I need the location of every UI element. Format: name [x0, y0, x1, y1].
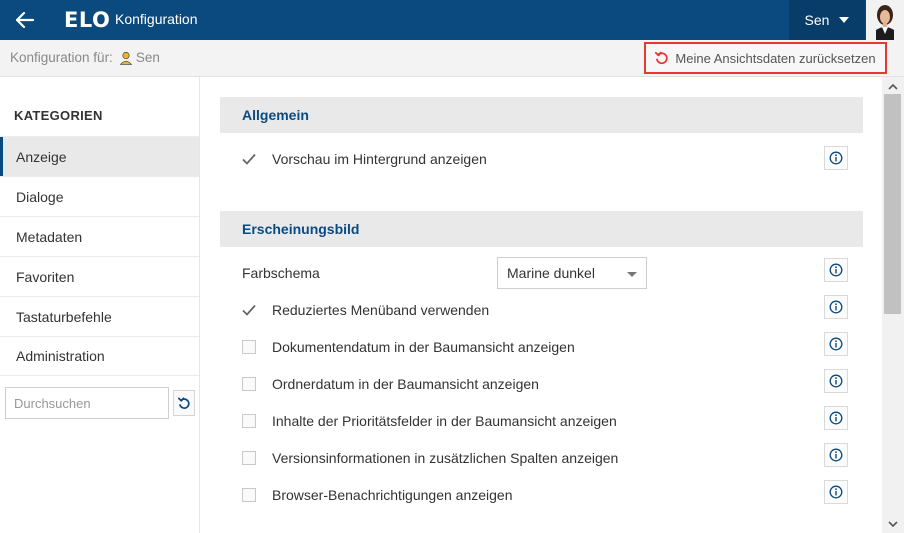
info-button-color-scheme[interactable]	[824, 258, 848, 282]
info-icon	[829, 411, 843, 425]
sidebar-item-favoriten[interactable]: Favoriten	[0, 256, 199, 296]
reset-view-data-button[interactable]: Meine Ansichtsdaten zurücksetzen	[644, 42, 887, 74]
color-scheme-select[interactable]: Marine dunkel	[497, 257, 647, 289]
arrow-left-icon	[16, 12, 34, 28]
config-for-user: Sen	[135, 50, 160, 65]
search-input[interactable]	[5, 387, 169, 419]
config-for: Konfiguration für: Sen	[10, 50, 160, 65]
option-row-priority-fields: Inhalte der Prioritätsfelder in der Baum…	[242, 409, 617, 433]
option-row-reduced-ribbon: Reduziertes Menüband verwenden	[242, 298, 489, 322]
elo-logo: ELO	[64, 8, 111, 32]
color-scheme-value: Marine dunkel	[507, 265, 595, 281]
reset-button-label: Meine Ansichtsdaten zurücksetzen	[675, 50, 876, 66]
checkmark-icon	[242, 304, 256, 316]
option-row-document-date: Dokumentendatum in der Baumansicht anzei…	[242, 335, 575, 359]
option-row-preview-background: Vorschau im Hintergrund anzeigen	[242, 147, 487, 171]
user-icon	[119, 51, 133, 65]
info-icon	[829, 151, 843, 165]
sidebar-item-anzeige[interactable]: Anzeige	[0, 136, 199, 176]
option-label: Versionsinformationen in zusätzlichen Sp…	[272, 450, 619, 466]
sidebar-item-metadaten[interactable]: Metadaten	[0, 216, 199, 256]
info-button-browser-notifications[interactable]	[824, 480, 848, 504]
sidebar-item-dialoge[interactable]: Dialoge	[0, 176, 199, 216]
scroll-thumb[interactable]	[884, 94, 901, 314]
color-scheme-row: Farbschema	[242, 261, 320, 285]
chevron-down-icon	[627, 272, 637, 277]
option-row-browser-notifications: Browser-Benachrichtigungen anzeigen	[242, 483, 512, 507]
sidebar-item-administration[interactable]: Administration	[0, 336, 199, 376]
content-scrollbar[interactable]	[882, 77, 904, 533]
info-button-reduced-ribbon[interactable]	[824, 295, 848, 319]
user-menu-button[interactable]: Sen	[789, 0, 865, 40]
section-general-header: Allgemein	[220, 97, 863, 133]
reset-icon	[655, 51, 669, 65]
info-button-priority-fields[interactable]	[824, 406, 848, 430]
checkbox-document-date[interactable]	[242, 340, 256, 354]
info-icon	[829, 300, 843, 314]
info-button-document-date[interactable]	[824, 332, 848, 356]
search-reset-button[interactable]	[173, 390, 195, 416]
scroll-up-button[interactable]	[882, 79, 904, 93]
info-button-preview-background[interactable]	[824, 146, 848, 170]
config-subbar: Konfiguration für: Sen Meine Ansichtsdat…	[0, 40, 904, 77]
option-row-folder-date: Ordnerdatum in der Baumansicht anzeigen	[242, 372, 539, 396]
settings-content: Allgemein Vorschau im Hintergrund anzeig…	[201, 77, 881, 533]
checkbox-folder-date[interactable]	[242, 377, 256, 391]
info-button-version-info[interactable]	[824, 443, 848, 467]
info-icon	[829, 374, 843, 388]
info-icon	[829, 337, 843, 351]
refresh-icon	[178, 396, 190, 409]
option-label: Vorschau im Hintergrund anzeigen	[272, 151, 487, 167]
category-list: Anzeige Dialoge Metadaten Favoriten Tast…	[0, 136, 199, 376]
info-button-folder-date[interactable]	[824, 369, 848, 393]
checkbox-browser-notifications[interactable]	[242, 488, 256, 502]
checkbox-priority-fields[interactable]	[242, 414, 256, 428]
chevron-up-icon	[888, 83, 898, 90]
checkmark-icon	[242, 153, 256, 165]
option-row-version-info: Versionsinformationen in zusätzlichen Sp…	[242, 446, 618, 470]
option-label: Inhalte der Prioritätsfelder in der Baum…	[272, 413, 617, 429]
color-scheme-label: Farbschema	[242, 265, 320, 281]
chevron-down-icon	[888, 520, 898, 527]
option-label: Ordnerdatum in der Baumansicht anzeigen	[272, 376, 539, 392]
checkbox-version-info[interactable]	[242, 451, 256, 465]
sidebar-item-tastaturbefehle[interactable]: Tastaturbefehle	[0, 296, 199, 336]
config-for-label: Konfiguration für:	[10, 50, 113, 65]
categories-heading: KATEGORIEN	[14, 108, 103, 123]
option-label: Browser-Benachrichtigungen anzeigen	[272, 487, 513, 503]
top-bar: ELO Konfiguration Sen	[0, 0, 904, 40]
page-title: Konfiguration	[115, 11, 198, 27]
info-icon	[829, 263, 843, 277]
checkbox-preview-background[interactable]	[242, 152, 256, 166]
back-button[interactable]	[0, 0, 50, 40]
user-name: Sen	[804, 12, 830, 28]
avatar[interactable]	[866, 0, 904, 40]
scroll-down-button[interactable]	[882, 517, 904, 531]
user-photo-icon	[866, 0, 904, 40]
option-label: Dokumentendatum in der Baumansicht anzei…	[272, 339, 575, 355]
info-icon	[829, 485, 843, 499]
checkbox-reduced-ribbon[interactable]	[242, 303, 256, 317]
info-icon	[829, 448, 843, 462]
section-appearance-header: Erscheinungsbild	[220, 211, 863, 247]
categories-sidebar: KATEGORIEN Anzeige Dialoge Metadaten Fav…	[0, 77, 200, 533]
option-label: Reduziertes Menüband verwenden	[272, 302, 490, 318]
chevron-down-icon	[839, 17, 850, 23]
